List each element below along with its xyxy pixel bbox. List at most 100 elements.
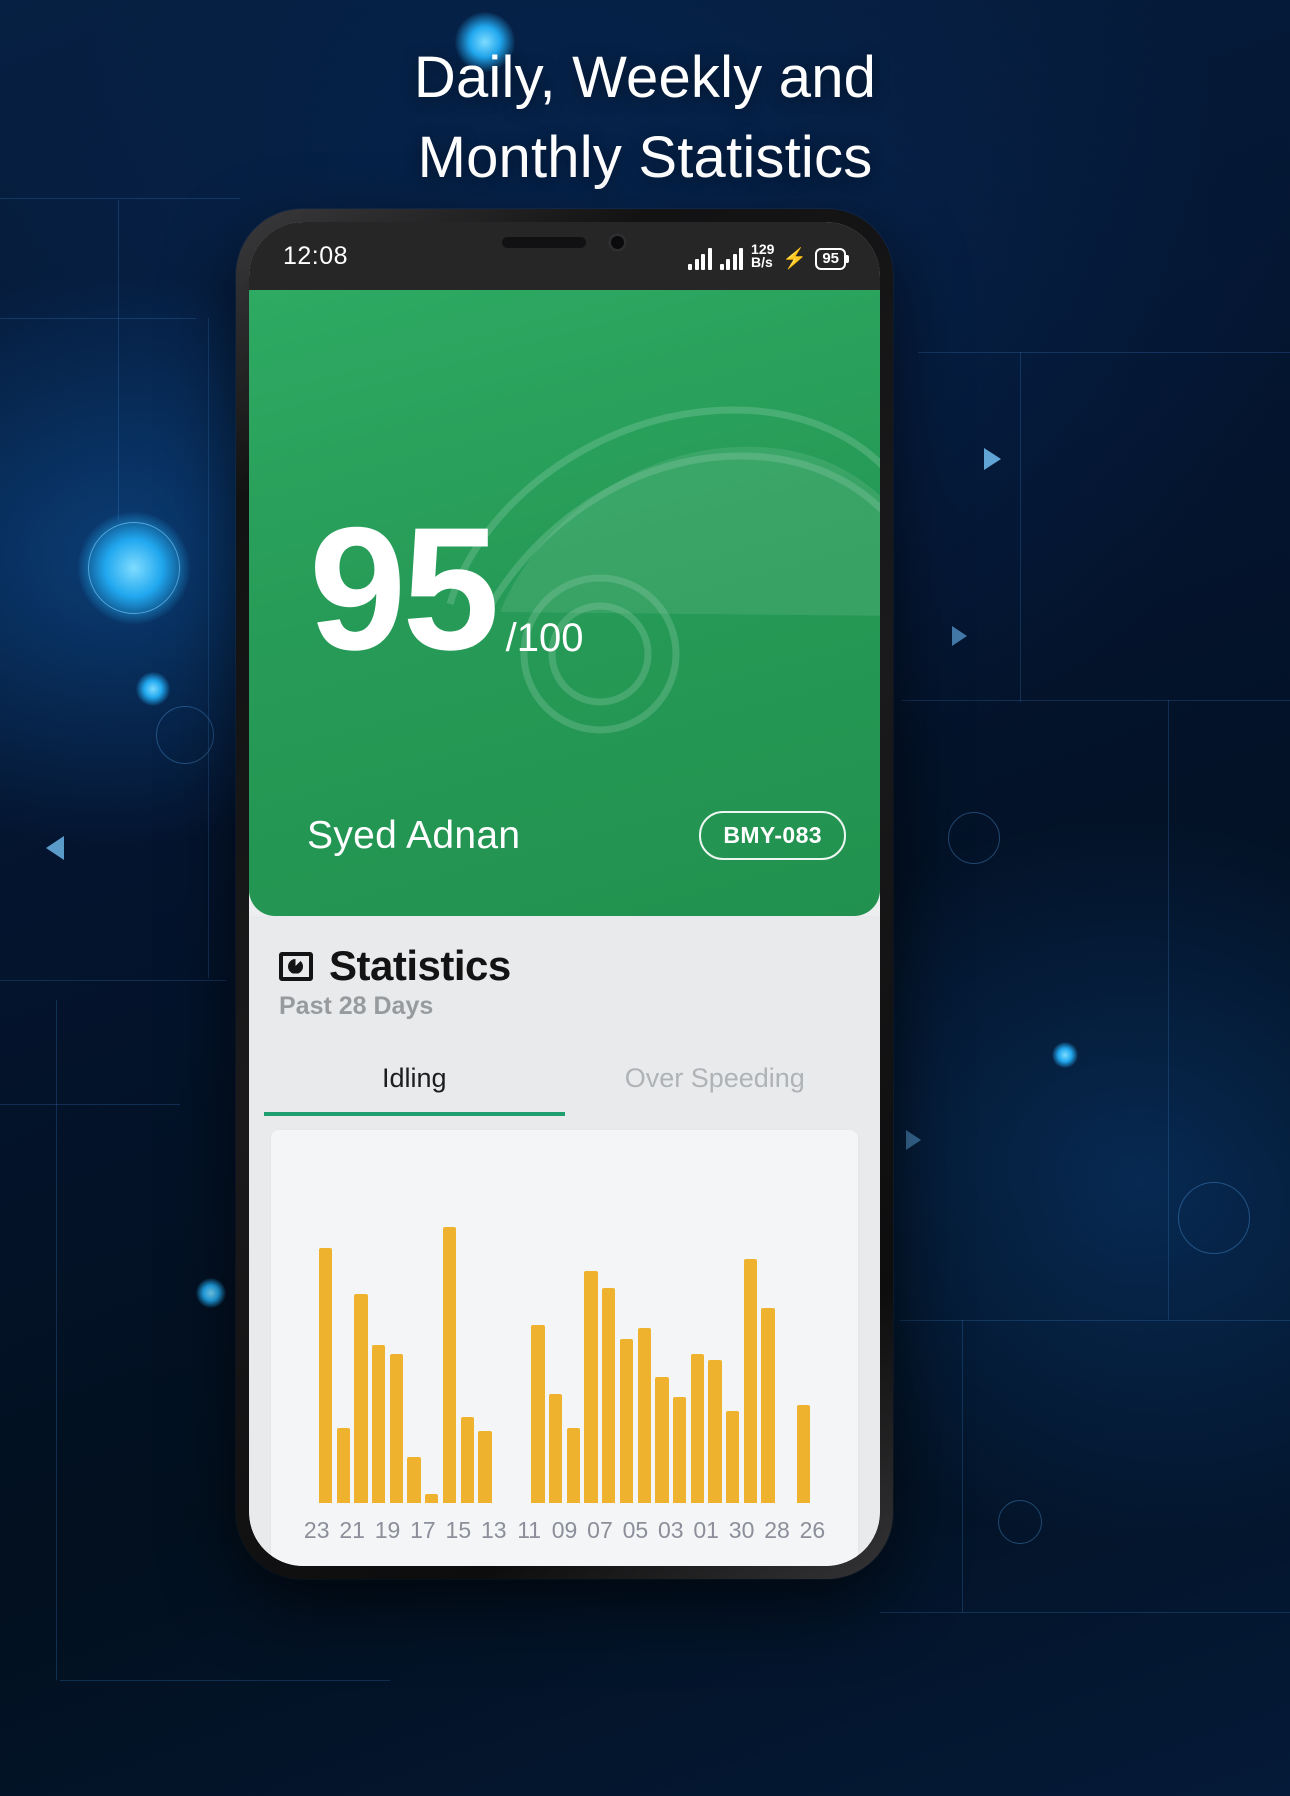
signal-bars-sim2-icon [719,247,744,270]
chart-bar [301,1501,314,1503]
chart-bar [407,1457,421,1503]
statistics-title-row: Statistics [279,942,850,990]
ring-right [1178,1182,1250,1254]
headline-line-2: Monthly Statistics [417,125,873,190]
chart-bar [566,1428,581,1503]
statistics-header: Statistics Past 28 Days [249,942,880,1021]
statistics-title: Statistics [329,942,511,989]
triangle-marker-right-a [984,448,1001,470]
network-speed-indicator: 129 B/s [751,242,774,270]
chart-bar [442,1227,457,1503]
chart-bar [514,1501,527,1503]
x-axis-tick-label: 19 [374,1517,401,1543]
earpiece-speaker [502,236,586,248]
idling-bar-chart[interactable]: 23 21 19 17 15 13 11 09 07 05 03 01 30 28 26 [271,1130,858,1566]
chart-bar [619,1339,634,1503]
tab-idling[interactable]: Idling [264,1047,565,1116]
ring-bottom [998,1500,1042,1544]
score-display: 95 /100 [309,492,584,687]
circuit-line-2 [0,318,196,319]
chart-plot-area [299,1216,830,1503]
x-axis-tick-label: 30 [728,1517,755,1543]
status-time: 12:08 [283,241,349,270]
chart-bar [531,1325,545,1503]
chart-bar [690,1353,704,1503]
circuit-line-v4 [1168,700,1169,1320]
score-max-value: /100 [505,616,584,660]
chart-bar [815,1501,828,1503]
circuit-line-1 [0,198,240,199]
ring-mid [156,706,214,764]
chart-bar [389,1353,404,1503]
circuit-line-5 [918,352,1290,353]
x-axis-tick-label: 03 [657,1517,684,1543]
statistics-tabs: Idling Over Speeding [249,1047,880,1116]
chart-bar [655,1376,669,1503]
front-camera-icon [608,232,627,252]
chart-bar [796,1405,811,1503]
circuit-line-v1 [118,200,119,520]
pie-chart-icon [279,951,313,981]
chart-bar [372,1345,386,1503]
circuit-line-4 [0,1104,180,1105]
chart-bar [726,1411,740,1503]
network-speed-unit: B/s [751,253,773,270]
x-axis-tick-label: 13 [480,1517,507,1543]
circuit-line-9 [880,1612,1290,1613]
chart-bar [672,1396,687,1503]
x-axis-tick-label: 26 [799,1517,826,1543]
hero-footer: Syed Adnan BMY-083 [307,811,846,860]
triangle-marker-left [46,836,64,860]
x-axis-tick-label: 17 [410,1517,436,1543]
promo-headline: Daily, Weekly and Monthly Statistics [0,38,1290,198]
x-axis-tick-label: 11 [517,1517,542,1543]
x-axis-tick-label: 05 [622,1517,649,1543]
charging-bolt-icon: ⚡ [782,247,808,270]
tab-over-speeding[interactable]: Over Speeding [565,1047,866,1116]
circuit-line-v2 [208,318,209,978]
phone-screen: 12:08 129 B/s ⚡ 95 95 /100 Syed Adnan BM… [249,222,880,1566]
chart-bar [779,1501,792,1503]
chart-bar [584,1270,598,1503]
chart-bar [336,1428,350,1503]
triangle-marker-right-b [952,626,967,646]
battery-indicator: 95 [815,247,846,270]
chart-bar [549,1393,563,1503]
status-bar: 12:08 129 B/s ⚡ 95 [249,222,880,290]
headline-line-1: Daily, Weekly and [413,45,877,110]
chart-bar [602,1287,616,1503]
chart-bar [460,1416,474,1503]
chart-x-axis-labels: 23 21 19 17 15 13 11 09 07 05 03 01 30 28 26 [299,1517,830,1544]
circuit-line-7 [900,1320,1290,1321]
x-axis-tick-label: 07 [587,1517,613,1543]
circuit-line-v6 [962,1320,963,1612]
vehicle-plate-badge[interactable]: BMY-083 [699,811,846,860]
circuit-line-v3 [1020,352,1021,702]
chart-bar [478,1431,492,1503]
x-axis-tick-label: 23 [303,1517,330,1543]
chart-bar [637,1327,651,1503]
ring-lower [948,812,1000,864]
circuit-line-8 [60,1680,390,1681]
statistics-subtitle: Past 28 Days [279,992,434,1020]
statistics-section: Statistics Past 28 Days Idling Over Spee… [249,916,880,1566]
glow-orb-small-a [136,672,170,706]
chart-bar [496,1501,509,1503]
driver-name: Syed Adnan [307,813,521,857]
chart-bar [425,1494,439,1503]
ring-left [88,522,180,614]
score-value: 95 [309,492,500,687]
chart-bar [354,1293,368,1503]
notch [439,222,690,262]
phone-bezel: 12:08 129 B/s ⚡ 95 95 /100 Syed Adnan BM… [249,222,880,1566]
x-axis-tick-label: 15 [445,1517,472,1543]
circuit-line-v5 [56,1000,57,1680]
status-indicators: 129 B/s ⚡ 95 [688,242,846,270]
chart-bar [708,1359,722,1503]
chart-bar [761,1307,775,1503]
driver-score-hero: 95 /100 Syed Adnan BMY-083 [249,290,880,916]
x-axis-tick-label: 21 [339,1517,365,1543]
circuit-line-3 [0,980,226,981]
phone-mockup: 12:08 129 B/s ⚡ 95 95 /100 Syed Adnan BM… [236,209,893,1579]
x-axis-tick-label: 28 [764,1517,790,1543]
